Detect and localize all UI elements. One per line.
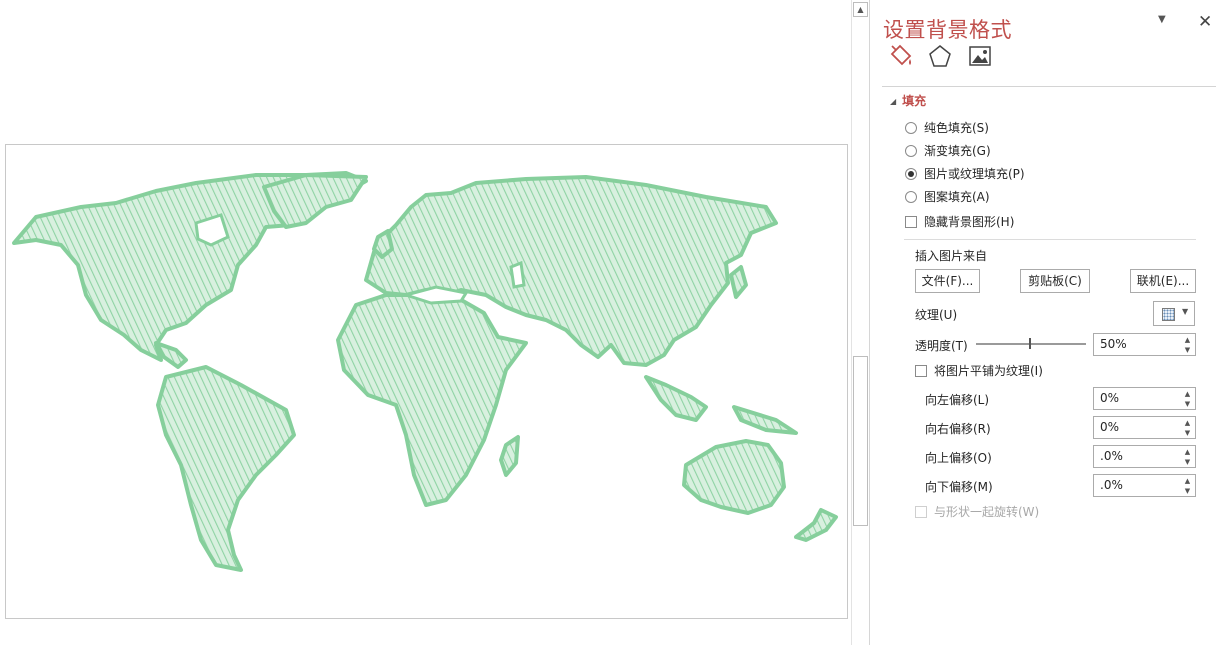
africa-shape (336, 293, 528, 507)
picture-texture-fill-label: 图片或纹理填充(P) (924, 167, 1025, 181)
transparency-spinner[interactable]: 50% ▲ ▼ (1093, 333, 1196, 356)
spin-up-icon[interactable]: ▲ (1183, 476, 1192, 486)
offset-top-value: .0% (1100, 449, 1123, 463)
dropdown-arrow-icon: ▼ (1182, 307, 1189, 316)
japan-shape (729, 265, 748, 299)
offset-top-label: 向上偏移(O) (925, 451, 992, 465)
southeast-asia-shape (644, 375, 708, 422)
madagascar-shape (499, 435, 520, 477)
pattern-fill-radio[interactable]: 图案填充(A) (905, 188, 990, 206)
solid-fill-label: 纯色填充(S) (924, 121, 989, 135)
offset-bottom-label: 向下偏移(M) (925, 480, 993, 494)
spin-down-icon[interactable]: ▼ (1183, 457, 1192, 467)
spin-up-icon[interactable]: ▲ (1183, 335, 1192, 345)
rotate-with-shape-label: 与形状一起旋转(W) (934, 505, 1040, 519)
checkbox-box (905, 216, 917, 228)
offset-bottom-spinner[interactable]: .0% ▲ ▼ (1093, 474, 1196, 497)
online-button[interactable]: 联机(E)... (1130, 269, 1196, 293)
slide-editing-area[interactable] (0, 0, 851, 645)
close-icon[interactable]: ✕ (1198, 12, 1212, 32)
texture-swatch-icon (1162, 308, 1175, 321)
checkbox-box (915, 365, 927, 377)
rotate-with-shape-checkbox: 与形状一起旋转(W) (915, 503, 1039, 521)
greenland-shape (262, 173, 368, 229)
file-button[interactable]: 文件(F)... (915, 269, 980, 293)
pane-tabs (882, 42, 1216, 87)
scrollbar-thumb[interactable] (853, 356, 868, 526)
chevron-down-icon[interactable]: ▼ (1158, 14, 1166, 25)
radio-indicator (905, 191, 917, 203)
vertical-scrollbar[interactable]: ▲ (851, 0, 869, 645)
transparency-value: 50% (1100, 337, 1127, 351)
clipboard-button[interactable]: 剪贴板(C) (1020, 269, 1090, 293)
offset-left-value: 0% (1100, 391, 1120, 405)
australia-shape (682, 439, 786, 515)
world-map-image (12, 171, 838, 572)
slide-canvas[interactable] (5, 144, 848, 619)
slider-knob[interactable] (1029, 338, 1031, 349)
picture-texture-fill-radio[interactable]: 图片或纹理填充(P) (905, 165, 1025, 183)
texture-dropdown[interactable]: ▼ (1153, 301, 1195, 326)
tile-picture-label: 将图片平铺为纹理(I) (934, 364, 1043, 378)
offset-left-spinner[interactable]: 0% ▲ ▼ (1093, 387, 1196, 410)
paint-bucket-icon[interactable] (886, 42, 914, 85)
offset-right-spinner[interactable]: 0% ▲ ▼ (1093, 416, 1196, 439)
texture-label: 纹理(U) (915, 308, 958, 322)
radio-indicator (905, 145, 917, 157)
radio-indicator-selected (905, 168, 917, 180)
pane-title: 设置背景格式 (883, 18, 1012, 42)
fill-section-title: 填充 (902, 94, 927, 108)
solid-fill-radio[interactable]: 纯色填充(S) (905, 119, 989, 137)
pattern-fill-label: 图案填充(A) (924, 190, 990, 204)
fill-section-header[interactable]: ◢ 填充 (890, 92, 926, 109)
offset-top-spinner[interactable]: .0% ▲ ▼ (1093, 445, 1196, 468)
south-america-shape (156, 365, 296, 572)
transparency-label: 透明度(T) (915, 339, 968, 353)
checkbox-box (915, 506, 927, 518)
british-isles-shape (372, 229, 394, 259)
hide-background-graphics-checkbox[interactable]: 隐藏背景图形(H) (905, 213, 1014, 231)
spin-down-icon[interactable]: ▼ (1183, 428, 1192, 438)
scroll-up-button[interactable]: ▲ (853, 2, 868, 17)
offset-left-label: 向左偏移(L) (925, 393, 990, 407)
pentagon-icon[interactable] (926, 42, 954, 70)
insert-picture-from-label: 插入图片来自 (915, 249, 988, 263)
spin-down-icon[interactable]: ▼ (1183, 345, 1192, 355)
offset-bottom-value: .0% (1100, 478, 1123, 492)
indonesia-shape (732, 405, 798, 435)
tile-picture-checkbox[interactable]: 将图片平铺为纹理(I) (915, 362, 1043, 380)
gradient-fill-radio[interactable]: 渐变填充(G) (905, 142, 991, 160)
caspian-sea-shape (509, 260, 526, 289)
offset-right-label: 向右偏移(R) (925, 422, 991, 436)
new-zealand-shape (794, 508, 838, 542)
hide-background-graphics-label: 隐藏背景图形(H) (924, 215, 1015, 229)
picture-icon[interactable] (966, 42, 994, 70)
spin-down-icon[interactable]: ▼ (1183, 399, 1192, 409)
format-background-pane: 设置背景格式 ▼ ✕ ◢ 填充 纯色填充(S) 渐变填充(G) 图片或纹理填充(… (869, 0, 1216, 645)
spin-down-icon[interactable]: ▼ (1183, 486, 1192, 496)
offset-right-value: 0% (1100, 420, 1120, 434)
spin-up-icon[interactable]: ▲ (1183, 389, 1192, 399)
collapse-triangle-icon: ◢ (890, 97, 897, 106)
spin-up-icon[interactable]: ▲ (1183, 418, 1192, 428)
divider (904, 239, 1196, 240)
spin-up-icon[interactable]: ▲ (1183, 447, 1192, 457)
transparency-slider[interactable] (976, 338, 1086, 349)
gradient-fill-label: 渐变填充(G) (924, 144, 991, 158)
radio-indicator (905, 122, 917, 134)
